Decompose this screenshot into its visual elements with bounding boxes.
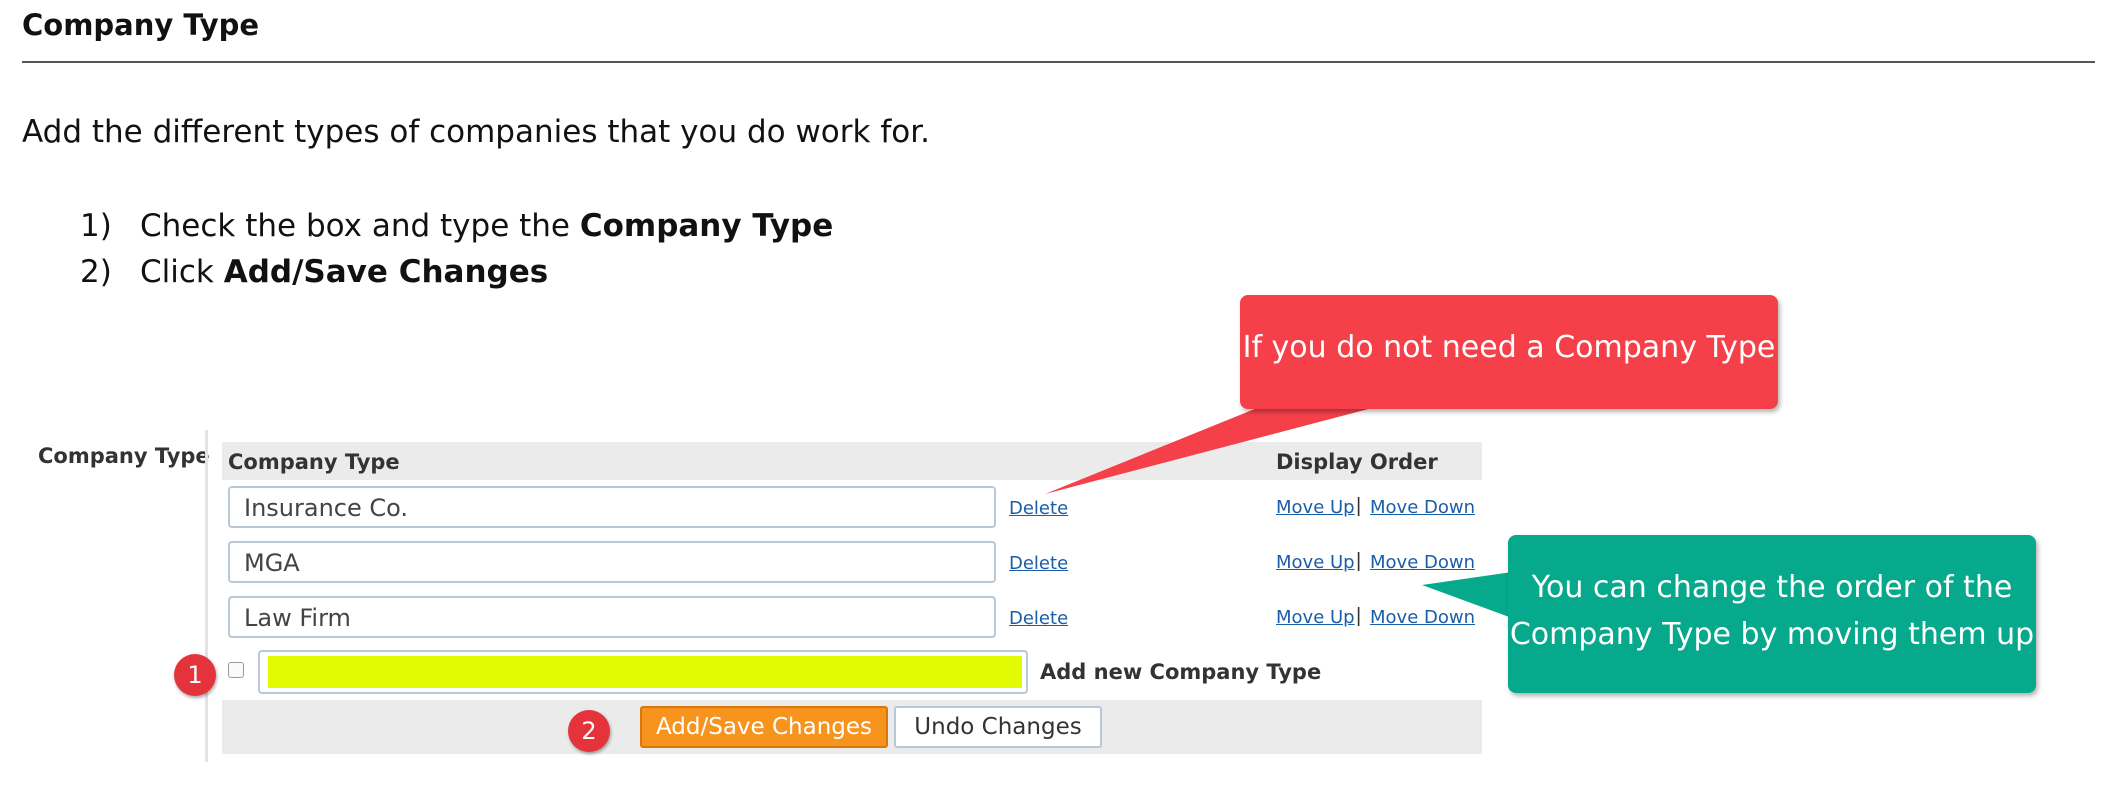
move-up-link[interactable]: Move Up — [1276, 552, 1355, 573]
intro-paragraph: Add the different types of companies tha… — [22, 114, 930, 150]
company-type-input[interactable]: MGA — [228, 541, 996, 583]
move-down-link[interactable]: Move Down — [1370, 607, 1475, 628]
section-label: Company Type — [38, 444, 210, 468]
step-badge-1: 1 — [174, 654, 216, 696]
delete-link[interactable]: Delete — [1009, 553, 1068, 574]
move-down-link[interactable]: Move Down — [1370, 552, 1475, 573]
step-badge-2: 2 — [568, 710, 610, 752]
move-up-link[interactable]: Move Up — [1276, 497, 1355, 518]
green-callout: You can change the order of the Company … — [1508, 535, 2036, 693]
steps-list: 1) Check the box and type the Company Ty… — [80, 203, 833, 295]
step-item: 1) Check the box and type the Company Ty… — [80, 203, 833, 249]
red-callout: If you do not need a Company Type — [1240, 295, 1778, 409]
column-header-display-order: Display Order — [1276, 450, 1438, 474]
add-new-label: Add new Company Type — [1040, 660, 1322, 684]
add-save-changes-button[interactable]: Add/Save Changes — [640, 706, 888, 748]
table-row: Law Firm Delete Move Up | Move Down — [222, 594, 1482, 644]
red-callout-text: If you do not need a Company Type — [1242, 330, 1776, 365]
link-separator: | — [1356, 605, 1362, 627]
add-new-checkbox[interactable] — [228, 662, 244, 678]
heading-rule — [22, 61, 2095, 63]
move-down-link[interactable]: Move Down — [1370, 497, 1475, 518]
table-header: Company Type Display Order — [222, 442, 1482, 480]
step-text: Click Add/Save Changes — [140, 254, 549, 290]
new-company-type-input[interactable] — [258, 650, 1028, 694]
green-callout-line-1: You can change the order of the — [1531, 570, 2013, 605]
delete-link[interactable]: Delete — [1009, 608, 1068, 629]
section-divider — [205, 430, 208, 762]
company-type-input[interactable]: Law Firm — [228, 596, 996, 638]
add-new-row: Add new Company Type — [222, 650, 1482, 700]
document-page: Company Type Add the different types of … — [0, 0, 2110, 809]
green-callout-line-2: Company Type by moving them up — [1509, 616, 2035, 652]
company-type-input[interactable]: Insurance Co. — [228, 486, 996, 528]
table-row: Insurance Co. Delete Move Up | Move Down — [222, 484, 1482, 534]
step-text: Check the box and type the Company Type — [140, 208, 834, 244]
page-heading: Company Type — [22, 8, 260, 42]
button-bar: Add/Save Changes Undo Changes — [222, 700, 1482, 754]
link-separator: | — [1356, 550, 1362, 572]
step-number: 2) — [80, 254, 112, 290]
link-separator: | — [1356, 495, 1362, 517]
input-highlight — [268, 656, 1022, 688]
delete-link[interactable]: Delete — [1009, 498, 1068, 519]
undo-changes-button[interactable]: Undo Changes — [894, 706, 1102, 748]
column-header-company-type: Company Type — [228, 450, 400, 474]
move-up-link[interactable]: Move Up — [1276, 607, 1355, 628]
table-row: MGA Delete Move Up | Move Down — [222, 539, 1482, 589]
step-item: 2) Click Add/Save Changes — [80, 249, 833, 295]
step-number: 1) — [80, 208, 112, 244]
